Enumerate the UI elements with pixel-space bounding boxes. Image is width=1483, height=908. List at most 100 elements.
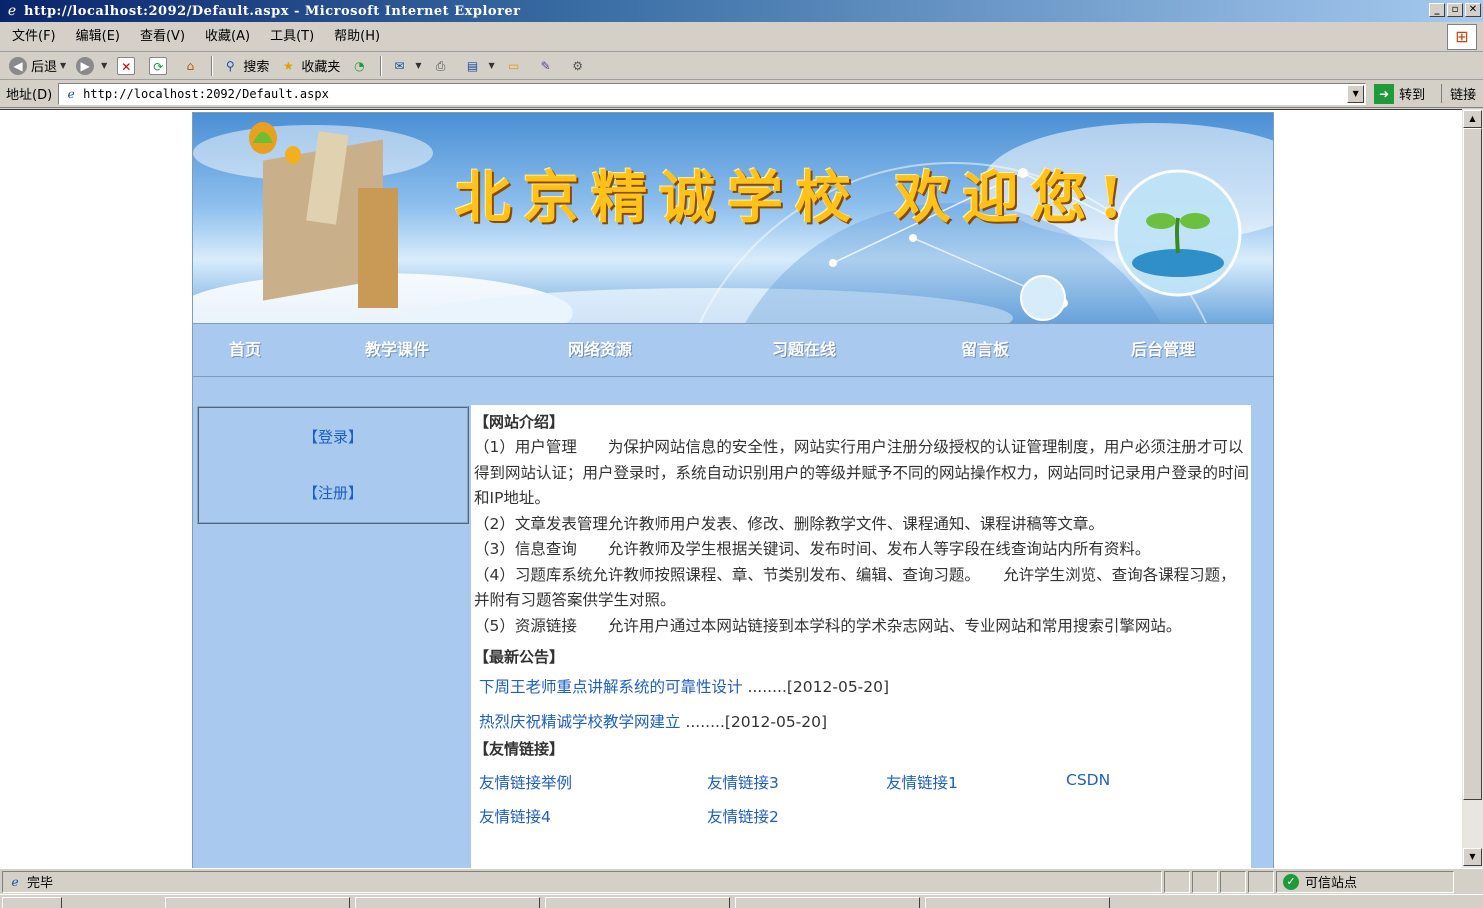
intro-heading: 【网站介绍】 xyxy=(474,413,565,431)
address-dropdown-icon[interactable]: ▼ xyxy=(1347,84,1365,103)
friend-link[interactable]: 友情链接4 xyxy=(479,805,551,827)
friend-link[interactable]: CSDN xyxy=(1066,771,1110,789)
scroll-down-icon[interactable]: ▼ xyxy=(1463,848,1482,866)
messenger-icon: ✎ xyxy=(540,58,551,73)
vertical-scrollbar[interactable]: ▲ ▼ xyxy=(1462,109,1483,868)
scroll-thumb[interactable] xyxy=(1463,128,1482,800)
menu-favorites[interactable]: 收藏(A) xyxy=(195,22,260,52)
news-item: 热烈庆祝精诚学校教学网建立 ........[2012-05-20] xyxy=(479,705,1249,740)
research-button[interactable]: ⚙ xyxy=(564,54,596,78)
news-item: 下周王老师重点讲解系统的可靠性设计 ........[2012-05-20] xyxy=(479,670,1249,705)
nav-guestbook[interactable]: 留言板 xyxy=(961,324,1009,378)
toolbar: ◀ 后退 ▼ ▶ ▼ ✕ ⟳ ⌂ ⚲ 搜索 ★ 收藏夹 ◔ ✉ ▼ ⎙ ▤ ▼ … xyxy=(0,52,1483,80)
mail-dropdown-icon[interactable]: ▼ xyxy=(415,61,421,70)
home-button[interactable]: ⌂ xyxy=(176,54,208,78)
go-button[interactable]: ➜ 转到 xyxy=(1374,83,1425,104)
page-done-icon: ℯ xyxy=(11,874,19,889)
taskbar-item[interactable] xyxy=(545,897,730,908)
menu-bar: 文件(F) 编辑(E) 查看(V) 收藏(A) 工具(T) 帮助(H) ⊞ xyxy=(0,22,1483,52)
taskbar xyxy=(0,894,1483,908)
intro-paragraph: （5）资源链接 允许用户通过本网站链接到本学科的学术杂志网站、专业网站和常用搜索… xyxy=(474,616,1182,635)
back-button[interactable]: ◀ 后退 ▼ xyxy=(4,54,71,78)
home-icon: ⌂ xyxy=(186,58,195,73)
ie-logo-icon: ℯ xyxy=(7,3,17,19)
intro-paragraph: （1）用户管理 为保护网站信息的安全性，网站实行用户注册分级授权的认证管理制度，… xyxy=(474,438,1250,507)
friend-link[interactable]: 友情链接1 xyxy=(886,771,958,793)
friend-link[interactable]: 友情链接3 xyxy=(707,771,779,793)
news-link[interactable]: 热烈庆祝精诚学校教学网建立 xyxy=(479,713,681,731)
back-dropdown-icon[interactable]: ▼ xyxy=(60,61,66,70)
forward-dropdown-icon[interactable]: ▼ xyxy=(101,61,107,70)
intro-paragraph: （2）文章发表管理允许教师用户发表、修改、删除教学文件、课程通知、课程讲稿等文章… xyxy=(474,514,1104,533)
login-link[interactable]: 【登录】 xyxy=(199,426,467,447)
stop-button[interactable]: ✕ xyxy=(112,54,144,78)
history-button[interactable]: ◔ xyxy=(345,54,377,78)
taskbar-item[interactable] xyxy=(355,897,540,908)
menu-view[interactable]: 查看(V) xyxy=(130,22,195,52)
edit-icon: ▤ xyxy=(466,58,479,73)
banner-title: 北京精诚学校 欢迎您! xyxy=(455,165,1136,231)
links-button[interactable]: 链接 xyxy=(1441,84,1476,103)
trusted-site-icon: ✓ xyxy=(1283,873,1299,890)
browser-viewport: 北京精诚学校 欢迎您! 首页 教学课件 网络资源 习题在线 留言板 后台管理 【… xyxy=(0,109,1462,868)
edit-dropdown-icon[interactable]: ▼ xyxy=(489,61,495,70)
window-titlebar: ℯ http://localhost:2092/Default.aspx - M… xyxy=(0,0,1483,22)
search-icon: ⚲ xyxy=(225,58,235,73)
address-field-wrapper: ℯ ▼ xyxy=(58,82,1367,105)
refresh-button[interactable]: ⟳ xyxy=(144,54,176,78)
nav-courseware[interactable]: 教学课件 xyxy=(365,324,429,378)
back-label: 后退 xyxy=(31,60,58,75)
address-input[interactable] xyxy=(83,86,1344,101)
news-heading: 【最新公告】 xyxy=(474,648,565,666)
nav-resources[interactable]: 网络资源 xyxy=(568,324,632,378)
star-icon: ★ xyxy=(282,58,294,73)
status-cell xyxy=(1220,870,1246,893)
toolbar-separator xyxy=(380,55,383,76)
search-button[interactable]: ⚲ 搜索 xyxy=(216,54,274,78)
intro-paragraph: （3）信息查询 允许教师及学生根据关键词、发布时间、发布人等字段在线查询站内所有… xyxy=(474,540,1151,558)
nav-home[interactable]: 首页 xyxy=(229,324,261,378)
menu-edit[interactable]: 编辑(E) xyxy=(66,22,130,52)
window-title: http://localhost:2092/Default.aspx - Mic… xyxy=(24,3,521,19)
back-arrow-icon: ◀ xyxy=(9,56,27,75)
search-label: 搜索 xyxy=(243,60,270,75)
friend-link[interactable]: 友情链接举例 xyxy=(479,771,572,793)
close-button[interactable]: ✕ xyxy=(1465,3,1481,17)
maximize-button[interactable]: ▫ xyxy=(1447,3,1463,17)
edit-button[interactable]: ▤ ▼ xyxy=(459,54,500,78)
nav-exercises[interactable]: 习题在线 xyxy=(772,324,836,378)
menu-help[interactable]: 帮助(H) xyxy=(324,22,390,52)
scroll-up-icon[interactable]: ▲ xyxy=(1463,110,1482,128)
register-link[interactable]: 【注册】 xyxy=(199,482,467,503)
address-bar: 地址(D) ℯ ▼ ➜ 转到 链接 xyxy=(0,80,1483,108)
forward-button[interactable]: ▶ ▼ xyxy=(71,54,112,78)
status-text: 完毕 xyxy=(27,876,54,891)
print-icon: ⎙ xyxy=(435,58,446,73)
menu-file[interactable]: 文件(F) xyxy=(0,22,66,52)
menu-tools[interactable]: 工具(T) xyxy=(260,22,324,52)
toolbar-separator xyxy=(211,55,214,76)
mail-button[interactable]: ✉ ▼ xyxy=(385,54,426,78)
taskbar-item[interactable] xyxy=(165,897,350,908)
nav-admin[interactable]: 后台管理 xyxy=(1131,324,1195,378)
start-button[interactable] xyxy=(2,897,62,908)
main-content: 【网站介绍】 （1）用户管理 为保护网站信息的安全性，网站实行用户注册分级授权的… xyxy=(471,405,1251,868)
friend-links: 友情链接举例 友情链接3 友情链接1 CSDN 友情链接4 友情链接2 xyxy=(474,762,1249,832)
print-button[interactable]: ⎙ xyxy=(427,54,459,78)
favorites-button[interactable]: ★ 收藏夹 xyxy=(274,54,345,78)
news-date: ........[2012-05-20] xyxy=(685,713,828,731)
forward-arrow-icon: ▶ xyxy=(76,56,95,75)
news-link[interactable]: 下周王老师重点讲解系统的可靠性设计 xyxy=(479,678,743,696)
messenger-button[interactable]: ✎ xyxy=(532,54,564,78)
taskbar-item[interactable] xyxy=(925,897,1110,908)
security-zone[interactable]: ✓ 可信站点 xyxy=(1276,870,1454,893)
refresh-icon: ⟳ xyxy=(149,56,168,75)
note-icon: ▭ xyxy=(508,58,520,73)
taskbar-item[interactable] xyxy=(735,897,920,908)
windows-logo-icon: ⊞ xyxy=(1447,24,1477,50)
friend-link[interactable]: 友情链接2 xyxy=(707,805,779,827)
minimize-button[interactable]: _ xyxy=(1429,3,1445,17)
zone-label: 可信站点 xyxy=(1305,876,1358,891)
status-text-area: ℯ 完毕 xyxy=(2,870,1162,893)
discuss-button[interactable]: ▭ xyxy=(500,54,532,78)
